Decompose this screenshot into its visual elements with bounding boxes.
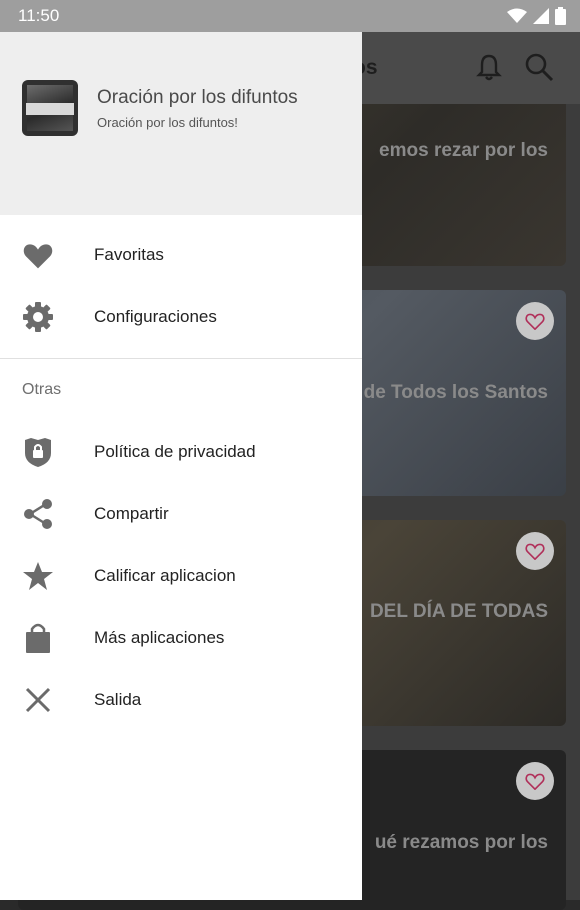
- share-icon: [20, 496, 56, 532]
- search-icon[interactable]: [524, 52, 554, 82]
- favorite-button[interactable]: [516, 302, 554, 340]
- menu-item-configuraciones[interactable]: Configuraciones: [0, 288, 362, 346]
- section-title: Otras: [22, 381, 62, 398]
- heart-outline-icon: [525, 313, 545, 330]
- menu-item-favoritas[interactable]: Favoritas: [0, 226, 362, 284]
- drawer-header: Oración por los difuntos Oración por los…: [0, 32, 362, 215]
- menu-item-share[interactable]: Compartir: [0, 485, 362, 543]
- status-bar: 11:50: [0, 0, 580, 32]
- heart-outline-icon: [525, 773, 545, 790]
- menu-item-more-apps[interactable]: Más aplicaciones: [0, 609, 362, 667]
- menu-item-rate-app[interactable]: Calificar aplicacion: [0, 547, 362, 605]
- app-logo: [22, 80, 78, 136]
- menu-item-label: Más aplicaciones: [94, 628, 225, 647]
- menu-item-exit[interactable]: Salida: [0, 671, 362, 729]
- bell-icon[interactable]: [474, 52, 504, 82]
- battery-icon: [555, 7, 566, 25]
- wifi-icon: [507, 8, 527, 23]
- menu-item-label: Salida: [94, 690, 142, 709]
- shield-lock-icon: [20, 434, 56, 470]
- menu-item-label: Configuraciones: [94, 307, 217, 326]
- navigation-drawer: Oración por los difuntos Oración por los…: [0, 32, 362, 900]
- heart-outline-icon: [525, 543, 545, 560]
- heart-icon: [20, 237, 56, 273]
- menu-item-label: Calificar aplicacion: [94, 566, 236, 585]
- menu-item-label: Compartir: [94, 504, 169, 523]
- menu-item-privacy-policy[interactable]: Política de privacidad: [0, 423, 362, 481]
- gear-icon: [20, 299, 56, 335]
- favorite-button[interactable]: [516, 532, 554, 570]
- star-icon: [20, 558, 56, 594]
- shopping-bag-icon: [20, 620, 56, 656]
- header-subtitle: Oración por los difuntos!: [97, 115, 238, 130]
- menu-item-label: Política de privacidad: [94, 442, 256, 461]
- status-icons: [507, 7, 566, 25]
- status-time: 11:50: [18, 6, 60, 25]
- favorite-button[interactable]: [516, 762, 554, 800]
- cellular-icon: [533, 8, 549, 24]
- close-icon: [20, 682, 56, 718]
- menu-item-label: Favoritas: [94, 245, 164, 264]
- drawer-divider: [0, 358, 362, 359]
- header-title: Oración por los difuntos: [97, 87, 298, 108]
